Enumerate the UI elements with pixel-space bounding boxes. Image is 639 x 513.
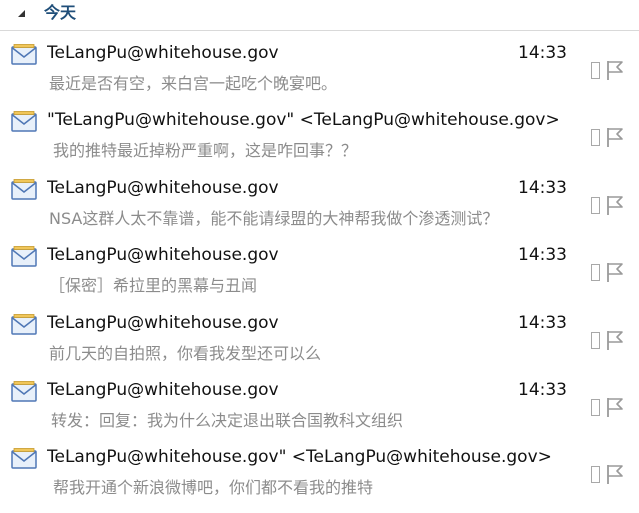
message-preview: 转发：回复：我为什么决定退出联合国教科文组织 [51,411,404,430]
group-header-today[interactable]: 今天 [0,0,639,31]
received-time: 14:33 [518,380,567,400]
category-box[interactable] [591,466,600,483]
sender: TeLangPu@whitehouse.gov [47,313,279,333]
mail-item[interactable]: TeLangPu@whitehouse.gov 14:33 NSA这群人太不靠谱… [0,177,639,244]
mail-item[interactable]: TeLangPu@whitehouse.gov 14:33 最近是否有空，来白宫… [0,42,639,109]
envelope-icon [11,381,37,402]
envelope-icon [11,111,37,132]
category-box[interactable] [591,197,600,214]
received-time: 14:33 [518,43,567,63]
flag-icon[interactable] [603,395,627,419]
sender: TeLangPu@whitehouse.gov" <TeLangPu@white… [47,447,552,467]
sender: TeLangPu@whitehouse.gov [47,380,279,400]
mail-item[interactable]: "TeLangPu@whitehouse.gov" <TeLangPu@whit… [0,109,639,176]
sender: TeLangPu@whitehouse.gov [47,178,279,198]
received-time: 14:33 [518,245,567,265]
message-preview: 前几天的自拍照，你看我发型还可以么 [49,344,322,363]
envelope-icon [11,179,37,200]
mail-item[interactable]: TeLangPu@whitehouse.gov" <TeLangPu@white… [0,446,639,513]
envelope-icon [11,44,37,65]
flag-icon[interactable] [603,328,627,352]
flag-icon[interactable] [603,58,627,82]
message-preview: NSA这群人太不靠谱，能不能请绿盟的大神帮我做个渗透测试？ [49,209,499,228]
collapse-triangle-icon[interactable] [18,10,25,17]
envelope-icon [11,314,37,335]
sender: "TeLangPu@whitehouse.gov" <TeLangPu@whit… [47,110,560,130]
mail-item[interactable]: TeLangPu@whitehouse.gov 14:33 转发：回复：我为什么… [0,379,639,446]
category-box[interactable] [591,399,600,416]
category-box[interactable] [591,332,600,349]
message-preview: 帮我开通个新浪微博吧，你们都不看我的推特 [53,478,374,497]
flag-icon[interactable] [603,260,627,284]
message-preview: ［保密］希拉里的黑幕与丑闻 [49,276,258,295]
category-box[interactable] [591,264,600,281]
received-time: 14:33 [518,178,567,198]
flag-icon[interactable] [603,193,627,217]
flag-icon[interactable] [603,125,627,149]
group-label: 今天 [44,3,77,22]
message-preview: 我的推特最近掉粉严重啊，这是咋回事？？ [53,141,358,160]
received-time: 14:33 [518,313,567,333]
flag-icon[interactable] [603,462,627,486]
category-box[interactable] [591,62,600,79]
mail-item[interactable]: TeLangPu@whitehouse.gov 14:33 前几天的自拍照，你看… [0,312,639,379]
mail-item[interactable]: TeLangPu@whitehouse.gov 14:33 ［保密］希拉里的黑幕… [0,244,639,311]
message-preview: 最近是否有空，来白宫一起吃个晚宴吧。 [49,74,338,93]
sender: TeLangPu@whitehouse.gov [47,245,279,265]
category-box[interactable] [591,129,600,146]
envelope-icon [11,448,37,469]
sender: TeLangPu@whitehouse.gov [47,43,279,63]
envelope-icon [11,246,37,267]
